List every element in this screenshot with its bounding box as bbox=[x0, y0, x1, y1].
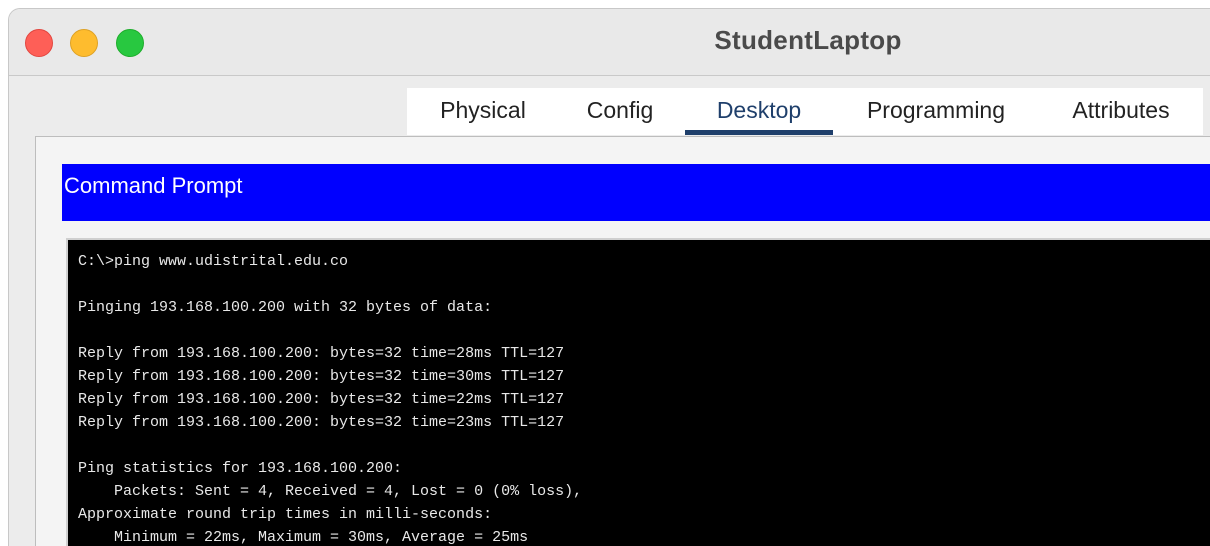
terminal-line: Pinging 193.168.100.200 with 32 bytes of… bbox=[78, 299, 493, 316]
tab-attributes[interactable]: Attributes bbox=[1047, 88, 1195, 135]
command-prompt-header: Command Prompt bbox=[62, 164, 1210, 221]
tab-physical[interactable]: Physical bbox=[415, 88, 551, 135]
terminal-output: C:\>ping www.udistrital.edu.co Pinging 1… bbox=[68, 240, 1210, 546]
terminal-line: Packets: Sent = 4, Received = 4, Lost = … bbox=[78, 483, 583, 500]
tab-desktop[interactable]: Desktop bbox=[685, 88, 833, 135]
terminal-line: Approximate round trip times in milli-se… bbox=[78, 506, 493, 523]
terminal-line: Reply from 193.168.100.200: bytes=32 tim… bbox=[78, 414, 565, 431]
terminal-line: C:\>ping www.udistrital.edu.co bbox=[78, 253, 349, 270]
desktop-content-panel: Command Prompt C:\>ping www.udistrital.e… bbox=[35, 136, 1210, 546]
app-window: StudentLaptop Physical Config Desktop Pr… bbox=[8, 8, 1210, 546]
terminal-line: Ping statistics for 193.168.100.200: bbox=[78, 460, 403, 477]
command-prompt-terminal[interactable]: C:\>ping www.udistrital.edu.co Pinging 1… bbox=[66, 238, 1210, 546]
window-title: StudentLaptop bbox=[714, 25, 902, 55]
terminal-line: Reply from 193.168.100.200: bytes=32 tim… bbox=[78, 345, 565, 362]
terminal-line: Reply from 193.168.100.200: bytes=32 tim… bbox=[78, 368, 565, 385]
tab-programming[interactable]: Programming bbox=[847, 88, 1025, 135]
title-bar[interactable]: StudentLaptop bbox=[9, 9, 1210, 76]
command-prompt-title: Command Prompt bbox=[64, 173, 243, 198]
terminal-line: Reply from 193.168.100.200: bytes=32 tim… bbox=[78, 391, 565, 408]
tab-bar: Physical Config Desktop Programming Attr… bbox=[407, 88, 1203, 135]
terminal-line: Minimum = 22ms, Maximum = 30ms, Average … bbox=[78, 529, 529, 546]
tab-config[interactable]: Config bbox=[565, 88, 675, 135]
